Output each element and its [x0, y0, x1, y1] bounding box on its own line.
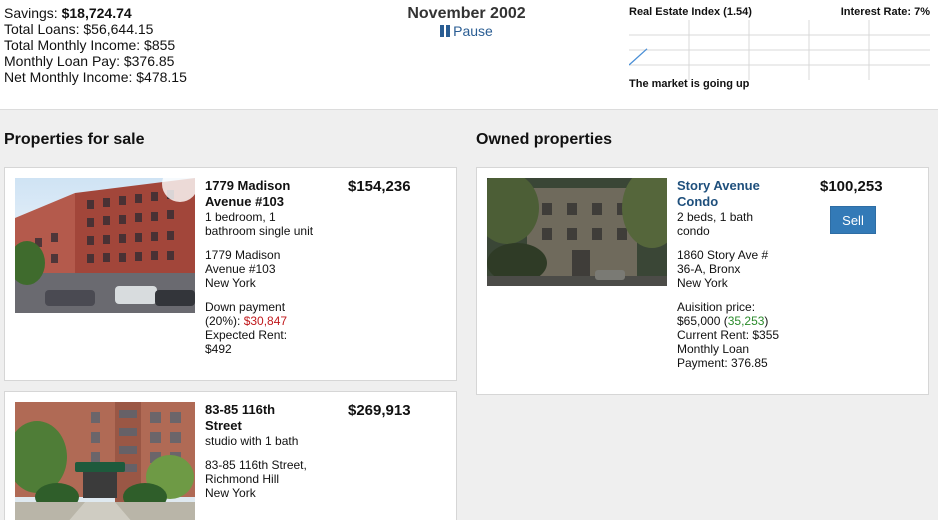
game-clock: November 2002 Pause: [380, 5, 553, 39]
savings-line: Savings: $18,724.74: [4, 5, 132, 21]
property-info: 83-85 116th Street studio with 1 bath 83…: [205, 402, 315, 500]
acquisition-gain: 35,253: [727, 314, 765, 328]
index-value: 1.54: [726, 6, 749, 18]
market-panel: Real Estate Index (1.54) Interest Rate: …: [629, 5, 930, 90]
monthly-loan-pay: Monthly Loan Pay: $376.85: [4, 53, 175, 69]
property-info: Story Avenue Condo 2 beds, 1 bath condo …: [677, 178, 787, 370]
property-description: studio with 1 bath: [205, 434, 299, 448]
pause-button[interactable]: Pause: [380, 23, 553, 39]
net-monthly-income: Net Monthly Income: $478.15: [4, 69, 187, 85]
owned-properties-heading: Owned properties: [476, 131, 613, 148]
property-description: 2 beds, 1 bath condo: [677, 210, 754, 238]
status-header: Savings: $18,724.74 Total Loans: $56,644…: [0, 0, 938, 110]
current-rent: Current Rent: $355: [677, 328, 780, 342]
real-estate-index: Real Estate Index (1.54): [629, 6, 752, 18]
property-price: $100,253: [820, 178, 883, 195]
property-description: 1 bedroom, 1 bathroom single unit: [205, 210, 314, 238]
market-status: The market is going up: [629, 78, 750, 90]
real-estate-index-chart: [629, 20, 930, 80]
interest-rate: Interest Rate: 7%: [840, 6, 930, 18]
property-photo: [15, 402, 195, 520]
properties-for-sale-heading: Properties for sale: [4, 131, 145, 148]
property-finance: Down payment (20%): $30,847 Expected Rent…: [205, 300, 288, 356]
property-price: $154,236: [348, 178, 411, 195]
finance-stats: Savings: $18,724.74 Total Loans: $56,644…: [4, 5, 187, 85]
pause-icon: [440, 25, 451, 37]
savings-value: $18,724.74: [61, 5, 132, 21]
down-payment-value: $30,847: [243, 314, 288, 328]
owned-card-story-avenue: Story Avenue Condo 2 beds, 1 bath condo …: [476, 167, 929, 395]
property-title: 1779 Madison Avenue #103: [205, 178, 291, 209]
current-date: November 2002: [407, 5, 526, 22]
expected-rent: Expected Rent: $492: [205, 328, 288, 356]
total-monthly-income: Total Monthly Income: $855: [4, 37, 176, 53]
property-info: 1779 Madison Avenue #103 1 bedroom, 1 ba…: [205, 178, 315, 356]
property-card-madison[interactable]: 1779 Madison Avenue #103 1 bedroom, 1 ba…: [4, 167, 457, 381]
property-address: 1779 Madison Avenue #103 New York: [205, 248, 281, 290]
total-loans: Total Loans: $56,644.15: [4, 21, 154, 37]
property-photo: [15, 178, 195, 313]
monthly-loan-payment: Monthly Loan Payment: 376.85: [677, 342, 768, 370]
property-address: 83-85 116th Street, Richmond Hill New Yor…: [205, 458, 307, 500]
index-series-line: [629, 48, 648, 66]
property-card-116th-street[interactable]: 83-85 116th Street studio with 1 bath 83…: [4, 391, 457, 520]
property-finance: Auisition price: $65,000 (35,253) Current…: [677, 300, 780, 370]
sell-button[interactable]: Sell: [830, 206, 876, 234]
property-price: $269,913: [348, 402, 411, 419]
owned-property-title-link[interactable]: Story Avenue Condo: [677, 178, 787, 210]
property-address: 1860 Story Ave # 36-A, Bronx New York: [677, 248, 769, 290]
property-photo: [487, 178, 667, 313]
property-title: 83-85 116th Street: [205, 402, 276, 433]
